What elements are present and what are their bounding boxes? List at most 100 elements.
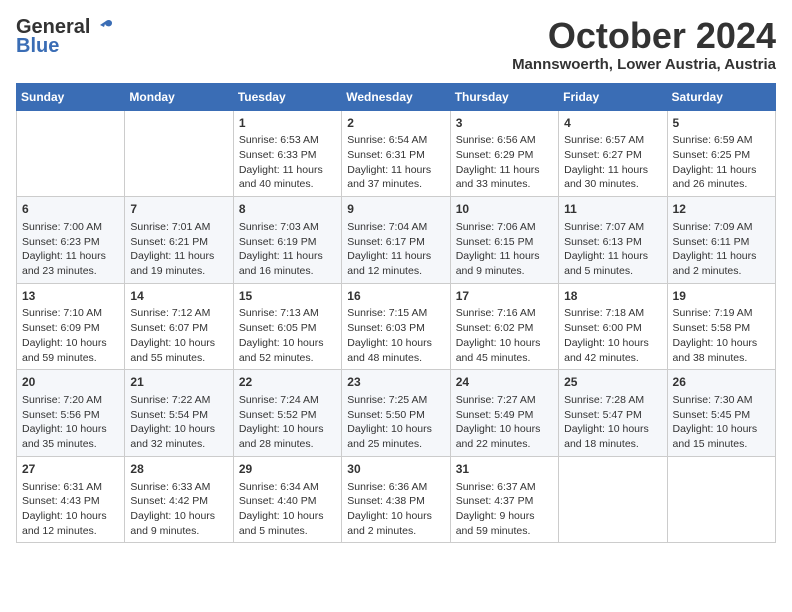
- day-info: Sunrise: 7:15 AMSunset: 6:03 PMDaylight:…: [347, 306, 444, 365]
- day-cell: [17, 110, 125, 197]
- day-number: 26: [673, 374, 770, 391]
- day-number: 5: [673, 115, 770, 132]
- day-cell: 21 Sunrise: 7:22 AMSunset: 5:54 PMDayligh…: [125, 370, 233, 457]
- day-number: 2: [347, 115, 444, 132]
- day-cell: 24Sunrise: 7:27 AMSunset: 5:49 PMDayligh…: [450, 370, 558, 457]
- day-cell: 12 Sunrise: 7:09 AMSunset: 6:11 PMDayligh…: [667, 197, 775, 284]
- logo: General Blue: [16, 16, 114, 58]
- day-number: 18: [564, 288, 661, 305]
- day-number: 29: [239, 461, 336, 478]
- day-info: Sunrise: 7:22 AMSunset: 5:54 PMDaylight:…: [130, 393, 227, 452]
- day-info: Sunrise: 6:37 AMSunset: 4:37 PMDaylight:…: [456, 480, 553, 539]
- page-header: General Blue October 2024 Mannswoerth, L…: [16, 16, 776, 73]
- day-number: 31: [456, 461, 553, 478]
- day-info: Sunrise: 7:12 AMSunset: 6:07 PMDaylight:…: [130, 306, 227, 365]
- day-number: 22: [239, 374, 336, 391]
- day-number: 9: [347, 201, 444, 218]
- calendar-table: SundayMondayTuesdayWednesdayThursdayFrid…: [16, 83, 776, 544]
- day-cell: 29 Sunrise: 6:34 AMSunset: 4:40 PMDayligh…: [233, 456, 341, 543]
- day-info: Sunrise: 7:09 AMSunset: 6:11 PMDaylight:…: [673, 220, 770, 279]
- day-cell: [125, 110, 233, 197]
- day-cell: 28 Sunrise: 6:33 AMSunset: 4:42 PMDayligh…: [125, 456, 233, 543]
- day-info: Sunrise: 6:59 AMSunset: 6:25 PMDaylight:…: [673, 133, 770, 192]
- day-cell: 18Sunrise: 7:18 AMSunset: 6:00 PMDayligh…: [559, 283, 667, 370]
- day-info: Sunrise: 7:25 AMSunset: 5:50 PMDaylight:…: [347, 393, 444, 452]
- day-info: Sunrise: 7:00 AMSunset: 6:23 PMDaylight:…: [22, 220, 119, 279]
- header-monday: Monday: [125, 83, 233, 110]
- day-cell: [667, 456, 775, 543]
- day-info: Sunrise: 7:18 AMSunset: 6:00 PMDaylight:…: [564, 306, 661, 365]
- day-info: Sunrise: 7:19 AMSunset: 5:58 PMDaylight:…: [673, 306, 770, 365]
- day-cell: 31 Sunrise: 6:37 AMSunset: 4:37 PMDayligh…: [450, 456, 558, 543]
- day-info: Sunrise: 7:24 AMSunset: 5:52 PMDaylight:…: [239, 393, 336, 452]
- day-number: 23: [347, 374, 444, 391]
- day-info: Sunrise: 7:06 AMSunset: 6:15 PMDaylight:…: [456, 220, 553, 279]
- day-number: 1: [239, 115, 336, 132]
- day-number: 13: [22, 288, 119, 305]
- day-cell: 23 Sunrise: 7:25 AMSunset: 5:50 PMDayligh…: [342, 370, 450, 457]
- day-info: Sunrise: 6:33 AMSunset: 4:42 PMDaylight:…: [130, 480, 227, 539]
- day-cell: 16Sunrise: 7:15 AMSunset: 6:03 PMDayligh…: [342, 283, 450, 370]
- day-number: 11: [564, 201, 661, 218]
- day-number: 8: [239, 201, 336, 218]
- day-cell: 20Sunrise: 7:20 AMSunset: 5:56 PMDayligh…: [17, 370, 125, 457]
- day-cell: 17Sunrise: 7:16 AMSunset: 6:02 PMDayligh…: [450, 283, 558, 370]
- day-cell: 22 Sunrise: 7:24 AMSunset: 5:52 PMDayligh…: [233, 370, 341, 457]
- day-info: Sunrise: 6:36 AMSunset: 4:38 PMDaylight:…: [347, 480, 444, 539]
- subtitle: Mannswoerth, Lower Austria, Austria: [512, 56, 776, 73]
- day-cell: 15Sunrise: 7:13 AMSunset: 6:05 PMDayligh…: [233, 283, 341, 370]
- day-cell: 2Sunrise: 6:54 AMSunset: 6:31 PMDaylight…: [342, 110, 450, 197]
- day-cell: 9 Sunrise: 7:04 AMSunset: 6:17 PMDaylight…: [342, 197, 450, 284]
- day-cell: 7Sunrise: 7:01 AMSunset: 6:21 PMDaylight…: [125, 197, 233, 284]
- day-cell: 26Sunrise: 7:30 AMSunset: 5:45 PMDayligh…: [667, 370, 775, 457]
- logo-bird-icon: [92, 17, 114, 39]
- day-cell: 5Sunrise: 6:59 AMSunset: 6:25 PMDaylight…: [667, 110, 775, 197]
- day-info: Sunrise: 7:28 AMSunset: 5:47 PMDaylight:…: [564, 393, 661, 452]
- header-wednesday: Wednesday: [342, 83, 450, 110]
- day-number: 19: [673, 288, 770, 305]
- day-info: Sunrise: 7:04 AMSunset: 6:17 PMDaylight:…: [347, 220, 444, 279]
- day-number: 21: [130, 374, 227, 391]
- day-cell: 25Sunrise: 7:28 AMSunset: 5:47 PMDayligh…: [559, 370, 667, 457]
- day-info: Sunrise: 6:34 AMSunset: 4:40 PMDaylight:…: [239, 480, 336, 539]
- logo-blue: Blue: [16, 35, 59, 58]
- day-cell: 11Sunrise: 7:07 AMSunset: 6:13 PMDayligh…: [559, 197, 667, 284]
- week-row-5: 27Sunrise: 6:31 AMSunset: 4:43 PMDayligh…: [17, 456, 776, 543]
- day-cell: 10 Sunrise: 7:06 AMSunset: 6:15 PMDayligh…: [450, 197, 558, 284]
- day-cell: [559, 456, 667, 543]
- day-number: 14: [130, 288, 227, 305]
- day-cell: 27Sunrise: 6:31 AMSunset: 4:43 PMDayligh…: [17, 456, 125, 543]
- header-tuesday: Tuesday: [233, 83, 341, 110]
- day-info: Sunrise: 7:16 AMSunset: 6:02 PMDaylight:…: [456, 306, 553, 365]
- day-info: Sunrise: 6:56 AMSunset: 6:29 PMDaylight:…: [456, 133, 553, 192]
- day-info: Sunrise: 7:13 AMSunset: 6:05 PMDaylight:…: [239, 306, 336, 365]
- header-sunday: Sunday: [17, 83, 125, 110]
- day-info: Sunrise: 6:54 AMSunset: 6:31 PMDaylight:…: [347, 133, 444, 192]
- day-cell: 3Sunrise: 6:56 AMSunset: 6:29 PMDaylight…: [450, 110, 558, 197]
- week-row-3: 13Sunrise: 7:10 AMSunset: 6:09 PMDayligh…: [17, 283, 776, 370]
- day-number: 3: [456, 115, 553, 132]
- header-saturday: Saturday: [667, 83, 775, 110]
- day-info: Sunrise: 6:57 AMSunset: 6:27 PMDaylight:…: [564, 133, 661, 192]
- day-cell: 4Sunrise: 6:57 AMSunset: 6:27 PMDaylight…: [559, 110, 667, 197]
- day-number: 24: [456, 374, 553, 391]
- day-number: 15: [239, 288, 336, 305]
- day-number: 12: [673, 201, 770, 218]
- day-number: 27: [22, 461, 119, 478]
- week-row-2: 6 Sunrise: 7:00 AMSunset: 6:23 PMDaylight…: [17, 197, 776, 284]
- day-cell: 19Sunrise: 7:19 AMSunset: 5:58 PMDayligh…: [667, 283, 775, 370]
- day-number: 16: [347, 288, 444, 305]
- day-cell: 1Sunrise: 6:53 AMSunset: 6:33 PMDaylight…: [233, 110, 341, 197]
- day-number: 6: [22, 201, 119, 218]
- day-number: 17: [456, 288, 553, 305]
- month-title: October 2024: [512, 16, 776, 56]
- week-row-1: 1Sunrise: 6:53 AMSunset: 6:33 PMDaylight…: [17, 110, 776, 197]
- day-number: 4: [564, 115, 661, 132]
- day-cell: 8 Sunrise: 7:03 AMSunset: 6:19 PMDaylight…: [233, 197, 341, 284]
- day-cell: 30Sunrise: 6:36 AMSunset: 4:38 PMDayligh…: [342, 456, 450, 543]
- day-info: Sunrise: 7:03 AMSunset: 6:19 PMDaylight:…: [239, 220, 336, 279]
- day-number: 10: [456, 201, 553, 218]
- day-number: 28: [130, 461, 227, 478]
- header-friday: Friday: [559, 83, 667, 110]
- header-thursday: Thursday: [450, 83, 558, 110]
